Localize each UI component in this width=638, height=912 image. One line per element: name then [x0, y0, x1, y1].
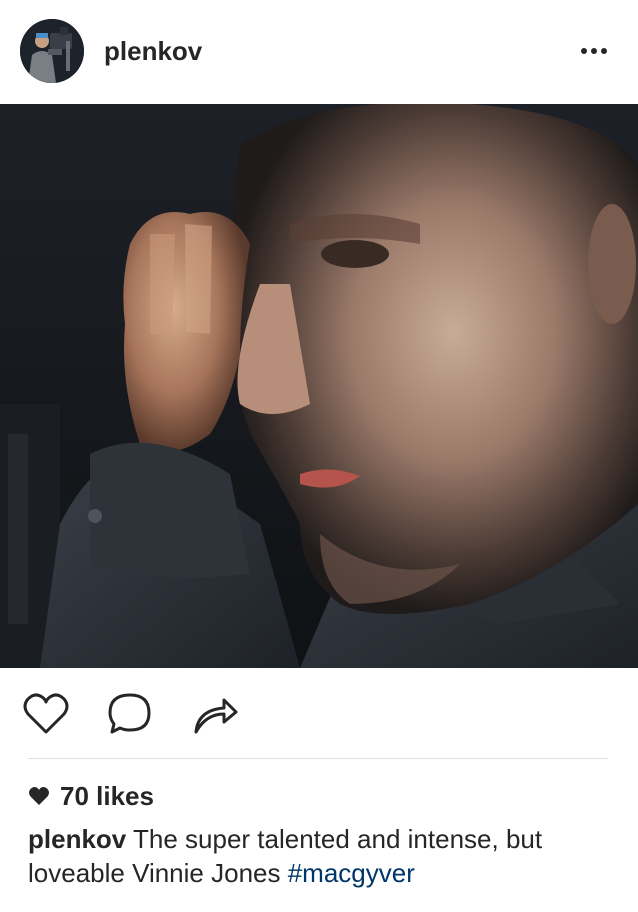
caption-text-line1: The super talented and intense, but [133, 824, 543, 854]
caption-text-line2: loveable Vinnie Jones [28, 858, 281, 888]
caption-hashtag[interactable]: #macgyver [288, 858, 415, 888]
comment-bubble-icon [108, 693, 151, 734]
more-options-button[interactable] [572, 36, 616, 66]
comment-button[interactable] [104, 688, 156, 740]
more-horizontal-icon [581, 48, 587, 54]
likes-row[interactable]: 70 likes [28, 776, 154, 816]
likes-count[interactable]: 70 likes [60, 781, 154, 812]
share-arrow-icon [194, 698, 238, 734]
caption-username[interactable]: plenkov [28, 824, 126, 854]
post-header: plenkov [0, 0, 638, 104]
heart-outline-icon [23, 693, 69, 734]
divider [28, 758, 608, 759]
post-caption: plenkov The super talented and intense, … [28, 822, 618, 890]
post-actions [0, 668, 638, 760]
heart-filled-icon [29, 786, 49, 805]
like-button[interactable] [20, 688, 72, 740]
avatar[interactable] [20, 19, 84, 83]
post-photo[interactable] [0, 104, 638, 668]
share-button[interactable] [188, 688, 240, 740]
post-username[interactable]: plenkov [104, 34, 202, 68]
